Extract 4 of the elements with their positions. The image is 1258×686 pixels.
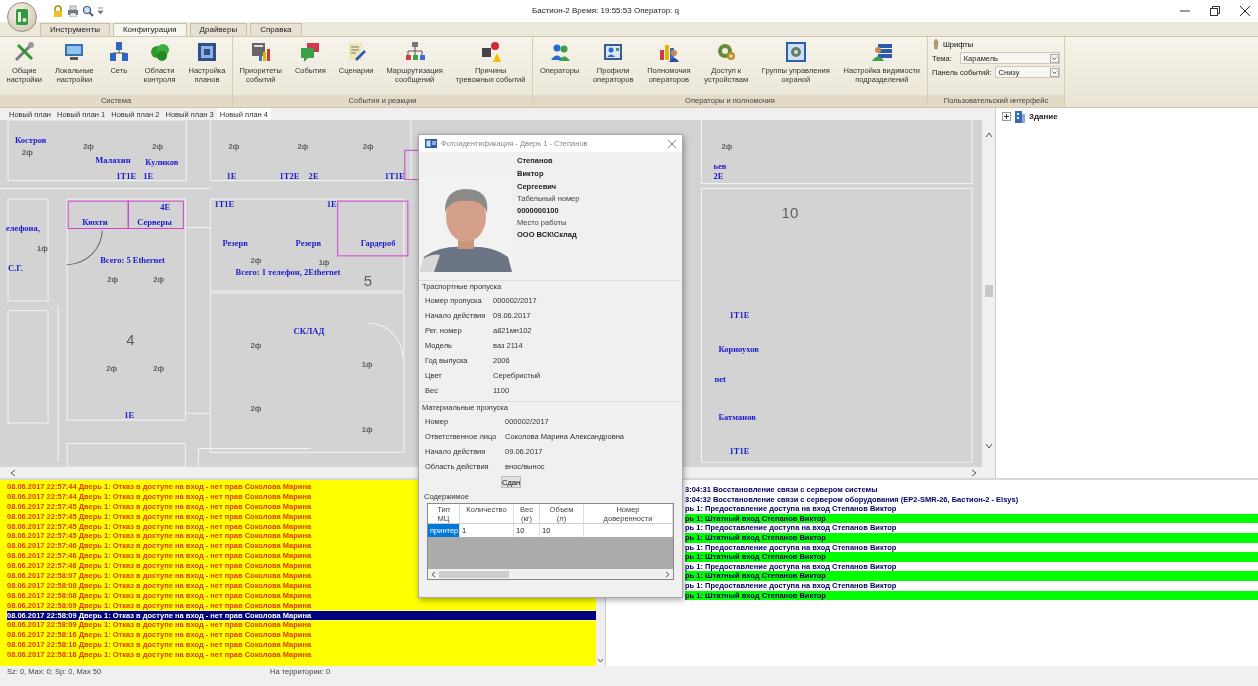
room-number: 10	[781, 204, 799, 221]
room-number: 5	[363, 273, 373, 290]
window-title: Бастион-2 Время: 19:55:53 Оператор: q	[532, 6, 679, 15]
room-number: 4	[126, 332, 135, 348]
